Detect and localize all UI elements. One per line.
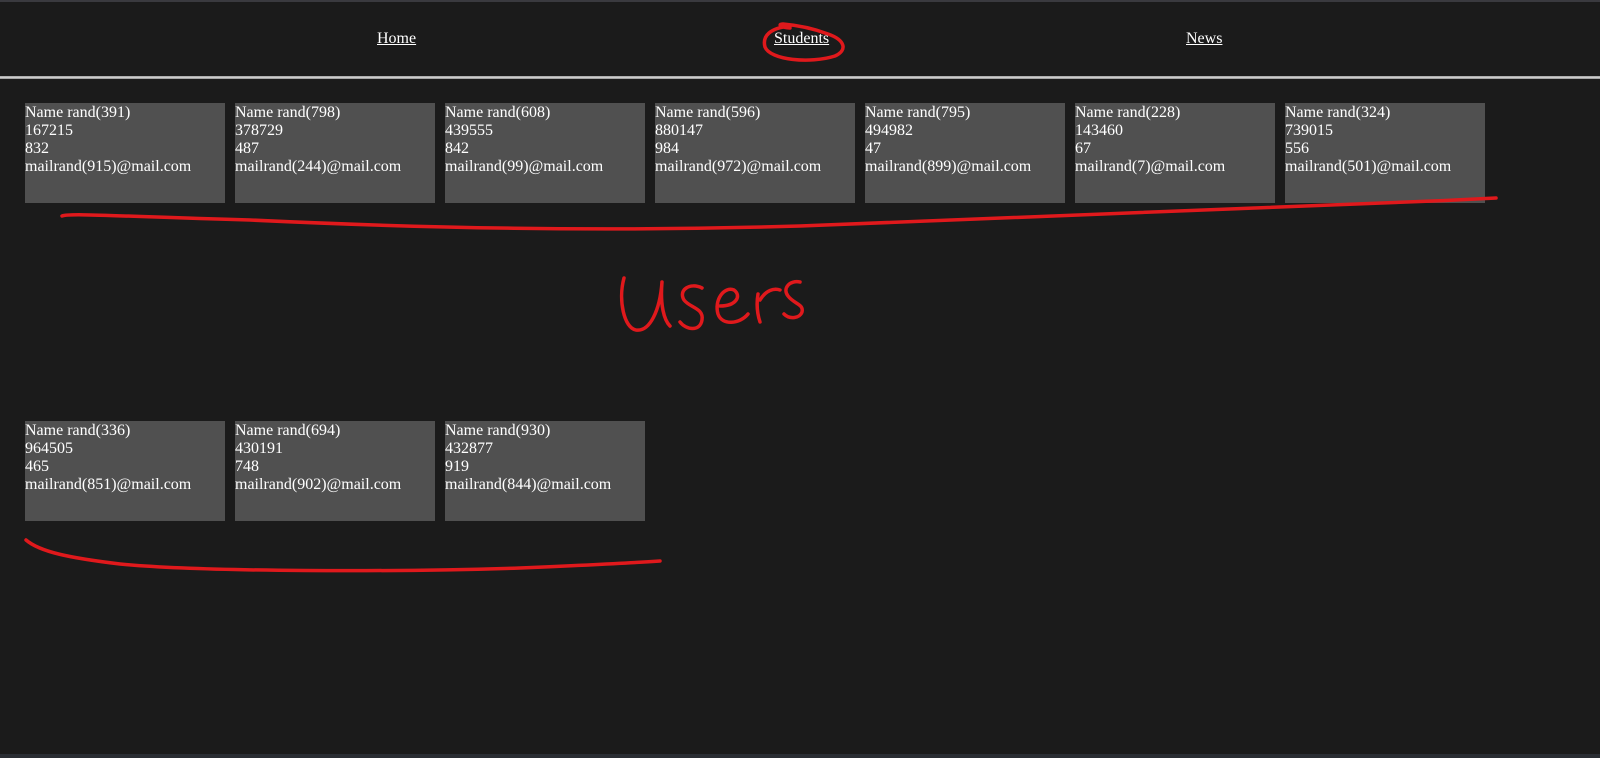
student-id: 167215	[25, 122, 73, 139]
nav-link-news[interactable]: News	[1186, 30, 1222, 48]
top-nav: Home Students News	[0, 2, 1600, 77]
users-handwriting-annotation	[619, 276, 804, 332]
student-email: mailrand(902)@mail.com	[235, 476, 402, 493]
student-number: 556	[1285, 140, 1309, 157]
student-card: Name rand(228) 143460 67 mailrand(7)@mai…	[1075, 103, 1275, 203]
student-number: 842	[445, 140, 469, 157]
student-name: Name rand(694)	[235, 422, 341, 439]
student-email: mailrand(844)@mail.com	[445, 476, 612, 493]
window-bottom-border	[0, 754, 1600, 758]
student-name: Name rand(930)	[445, 422, 551, 439]
student-card: Name rand(930) 432877 919 mailrand(844)@…	[445, 421, 645, 521]
student-email: mailrand(899)@mail.com	[865, 158, 1032, 175]
student-name: Name rand(596)	[655, 104, 761, 121]
student-id: 430191	[235, 440, 283, 457]
student-number: 47	[865, 140, 881, 157]
student-id: 964505	[25, 440, 73, 457]
student-email: mailrand(915)@mail.com	[25, 158, 192, 175]
student-id: 378729	[235, 122, 283, 139]
student-id: 432877	[445, 440, 493, 457]
student-name: Name rand(391)	[25, 104, 131, 121]
student-card: Name rand(391) 167215 832 mailrand(915)@…	[25, 103, 225, 203]
nav-link-students[interactable]: Students	[774, 30, 829, 48]
student-email: mailrand(244)@mail.com	[235, 158, 402, 175]
nav-link-home[interactable]: Home	[377, 30, 416, 48]
student-number: 984	[655, 140, 679, 157]
nav-divider	[0, 76, 1600, 79]
student-id: 439555	[445, 122, 493, 139]
student-number: 67	[1075, 140, 1091, 157]
student-name: Name rand(228)	[1075, 104, 1181, 121]
student-email: mailrand(501)@mail.com	[1285, 158, 1452, 175]
student-number: 487	[235, 140, 259, 157]
student-email: mailrand(7)@mail.com	[1075, 158, 1226, 175]
student-email: mailrand(851)@mail.com	[25, 476, 192, 493]
student-name: Name rand(798)	[235, 104, 341, 121]
student-card: Name rand(608) 439555 842 mailrand(99)@m…	[445, 103, 645, 203]
student-name: Name rand(608)	[445, 104, 551, 121]
student-id: 880147	[655, 122, 703, 139]
student-number: 832	[25, 140, 49, 157]
student-card: Name rand(596) 880147 984 mailrand(972)@…	[655, 103, 855, 203]
student-id: 494982	[865, 122, 913, 139]
student-card: Name rand(324) 739015 556 mailrand(501)@…	[1285, 103, 1485, 203]
student-card: Name rand(795) 494982 47 mailrand(899)@m…	[865, 103, 1065, 203]
student-card: Name rand(336) 964505 465 mailrand(851)@…	[25, 421, 225, 521]
student-name: Name rand(795)	[865, 104, 971, 121]
student-id: 739015	[1285, 122, 1333, 139]
student-email: mailrand(99)@mail.com	[445, 158, 604, 175]
student-name: Name rand(324)	[1285, 104, 1391, 121]
student-number: 919	[445, 458, 469, 475]
student-number: 465	[25, 458, 49, 475]
student-email: mailrand(972)@mail.com	[655, 158, 822, 175]
student-number: 748	[235, 458, 259, 475]
student-name: Name rand(336)	[25, 422, 131, 439]
student-card: Name rand(798) 378729 487 mailrand(244)@…	[235, 103, 435, 203]
student-card: Name rand(694) 430191 748 mailrand(902)@…	[235, 421, 435, 521]
row2-underline-annotation	[24, 538, 662, 573]
student-id: 143460	[1075, 122, 1123, 139]
